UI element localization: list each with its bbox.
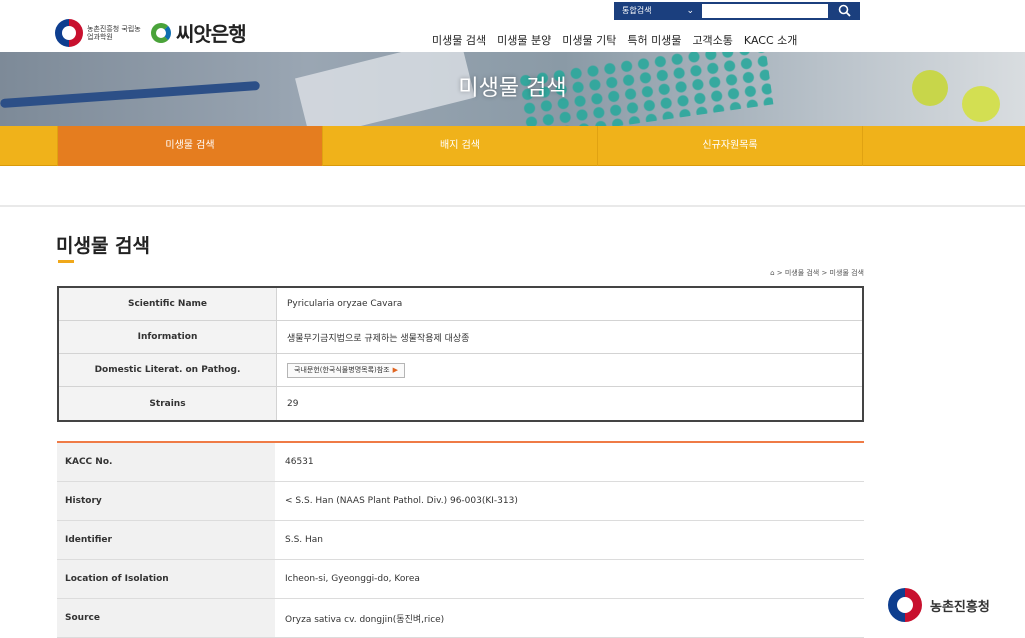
- main-navigation: 미생물 검색 미생물 분양 미생물 기탁 특허 미생물 고객소통 KACC 소개: [432, 32, 797, 48]
- table-row: Location of Isolation Icheon-si, Gyeongg…: [57, 560, 864, 599]
- location-value: Icheon-si, Gyeonggi-do, Korea: [285, 574, 420, 584]
- seed-bank-mark-icon: [151, 22, 171, 43]
- table-row: Source Oryza sativa cv. dongjin(동진벼,rice…: [57, 599, 864, 638]
- source-value: Oryza sativa cv. dongjin(동진벼,rice): [285, 614, 445, 625]
- table-row: Domestic Literat. on Pathog. 국내문헌(한국식물병명…: [59, 354, 862, 387]
- literature-button-label: 국내문헌(한국식물병명목록)참조: [294, 366, 390, 374]
- page-title: 미생물 검색: [56, 235, 151, 257]
- identifier-value: S.S. Han: [285, 535, 323, 545]
- nav-customer[interactable]: 고객소통: [692, 32, 732, 48]
- row-label: Scientific Name: [59, 288, 277, 320]
- sub-navigation: 미생물 검색 배지 검색 신규자원목록: [0, 126, 1025, 166]
- banner-title: 미생물 검색: [458, 76, 567, 101]
- seed-bank-logo[interactable]: 씨앗은행: [151, 18, 247, 47]
- scientific-name-value: Pyricularia oryzae Cavara: [287, 299, 403, 309]
- strains-value: 29: [287, 398, 299, 409]
- table-row: KACC No. 46531: [57, 443, 864, 482]
- search-scope-select[interactable]: 통합검색 ⌄: [614, 2, 700, 20]
- information-value: 생물무기금지법으로 규제하는 생물작용제 대상종: [287, 333, 470, 344]
- rda-logo[interactable]: 농촌진흥청: [888, 588, 990, 622]
- search-scope-label: 통합검색: [622, 6, 652, 15]
- table-row: Information 생물무기금지법으로 규제하는 생물작용제 대상종: [59, 321, 862, 354]
- breadcrumb[interactable]: ⌂ > 미생물 검색 > 미생물 검색: [740, 268, 864, 278]
- arrow-right-icon: ▶: [392, 366, 399, 374]
- table-row: Identifier S.S. Han: [57, 521, 864, 560]
- search-button[interactable]: [830, 2, 860, 20]
- species-info-table: Scientific Name Pyricularia oryzae Cavar…: [57, 286, 864, 422]
- tab-new-resources[interactable]: 신규자원목록: [597, 126, 863, 166]
- site-header: 농촌진흥청 국립농업과학원 씨앗은행 통합검색 ⌄ 미생물 검색 미생물 분양 …: [0, 0, 1025, 52]
- strain-detail-table: KACC No. 46531 History < S.S. Han (NAAS …: [57, 441, 864, 638]
- table-row: Scientific Name Pyricularia oryzae Cavar…: [59, 288, 862, 321]
- nav-patent-microbe[interactable]: 특허 미생물: [627, 32, 681, 48]
- literature-cell: 국내문헌(한국식물병명목록)참조 ▶: [277, 354, 862, 386]
- brand-name: 씨앗은행: [176, 22, 247, 46]
- row-label: Domestic Literat. on Pathog.: [59, 354, 277, 386]
- tab-media-search[interactable]: 배지 검색: [322, 126, 597, 166]
- section-divider: [0, 205, 1025, 207]
- agency-name: 농촌진흥청 국립농업과학원: [87, 24, 141, 41]
- rda-logo-text: 농촌진흥청: [930, 599, 990, 615]
- row-label: Location of Isolation: [57, 560, 275, 598]
- row-label: History: [57, 482, 275, 520]
- row-label: Identifier: [57, 521, 275, 559]
- title-underline: [58, 260, 74, 263]
- kacc-no-value: 46531: [285, 457, 314, 467]
- literature-reference-button[interactable]: 국내문헌(한국식물병명목록)참조 ▶: [287, 362, 406, 378]
- table-row: Strains 29: [59, 387, 862, 420]
- nav-about-kacc[interactable]: KACC 소개: [744, 32, 797, 48]
- row-label: KACC No.: [57, 443, 275, 481]
- nav-microbe-deposit[interactable]: 미생물 기탁: [562, 32, 616, 48]
- search-box: 통합검색 ⌄: [614, 2, 860, 20]
- tab-microbe-search[interactable]: 미생물 검색: [57, 126, 322, 166]
- search-icon: [838, 4, 851, 17]
- government-emblem-icon: [55, 18, 83, 47]
- nav-microbe-distribution[interactable]: 미생물 분양: [497, 32, 551, 48]
- row-label: Source: [57, 599, 275, 637]
- search-input[interactable]: [700, 2, 830, 20]
- chevron-down-icon: ⌄: [686, 6, 694, 16]
- table-row: History < S.S. Han (NAAS Plant Pathol. D…: [57, 482, 864, 521]
- logo-area[interactable]: 농촌진흥청 국립농업과학원 씨앗은행: [55, 18, 247, 47]
- row-label: Information: [59, 321, 277, 353]
- government-emblem-icon: [888, 588, 922, 622]
- row-label: Strains: [59, 387, 277, 420]
- nav-microbe-search[interactable]: 미생물 검색: [432, 32, 486, 48]
- history-value: < S.S. Han (NAAS Plant Pathol. Div.) 96-…: [285, 496, 518, 506]
